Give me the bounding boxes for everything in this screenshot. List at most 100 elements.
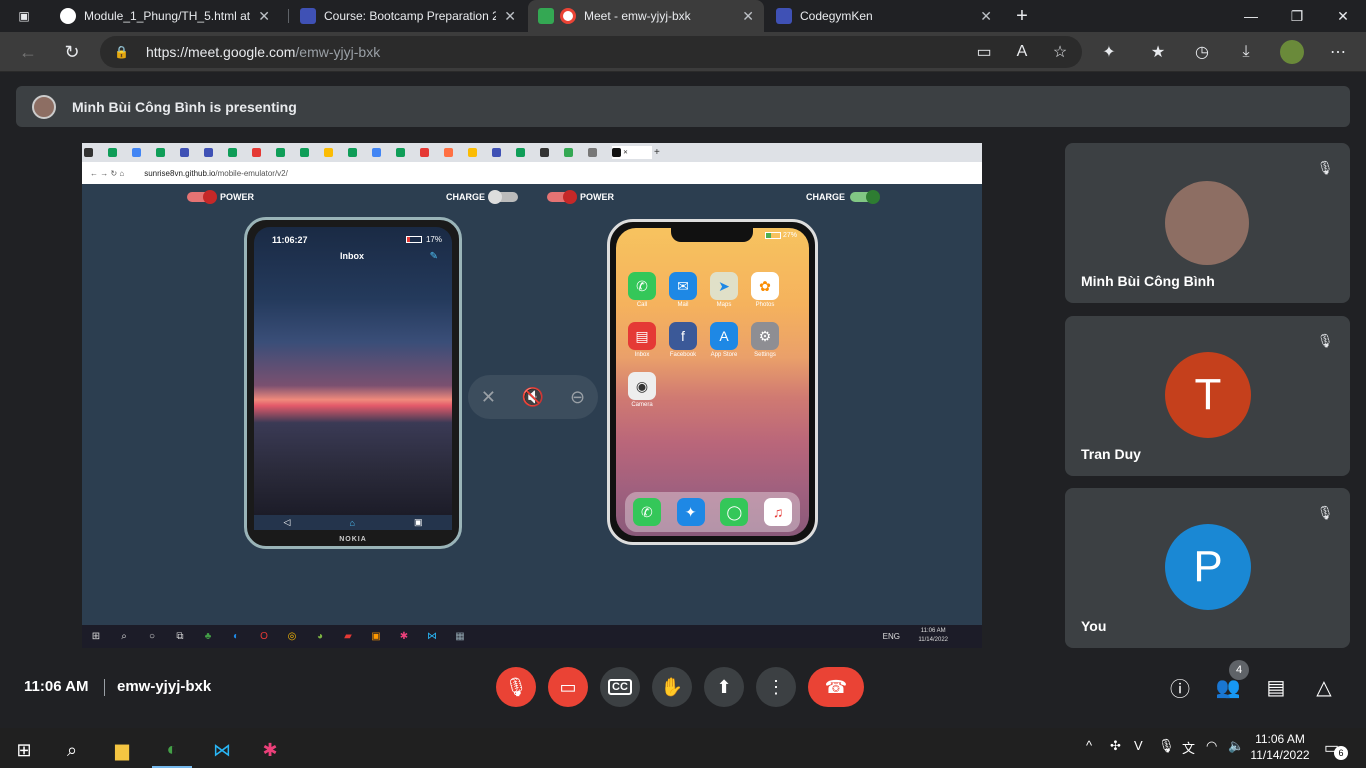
input-method-icon[interactable]: 文 [1182, 738, 1195, 757]
extensions-icon[interactable]: ✦ [1097, 40, 1121, 64]
captions-button[interactable]: CC [600, 667, 640, 707]
toggle-switch [547, 190, 577, 204]
messages-icon: ◯ [720, 498, 749, 526]
window-close-icon[interactable]: ✕ [1320, 0, 1366, 32]
iphone-phone: 27% ✆ Call ✉ Mail ➤ Maps ✿ Photos ▤ Inbox f Fa… [607, 219, 818, 545]
participant-tile[interactable]: 🎙 Minh Bùi Công Bình [1065, 143, 1350, 303]
wifi-icon[interactable]: ◠ [1206, 738, 1217, 754]
calculator-icon: ▦ [455, 631, 465, 642]
app-maps: ➤ Maps [706, 272, 742, 308]
shared-screen: ✕ + ← → ↻ ⌂ sunrise8vn.github.io/mobile-… [82, 143, 982, 648]
iphone-charge-toggle: CHARGE [806, 190, 883, 204]
app-store-icon: A [710, 322, 738, 350]
task-view-icon: ⧉ [176, 631, 184, 642]
meeting-info-button[interactable]: ⓘ [1167, 674, 1193, 701]
mic-toggle-button[interactable]: 🎙 [496, 667, 536, 707]
close-icon[interactable]: ✕ [258, 8, 270, 25]
app-label: Mail [677, 302, 689, 308]
tab-title: Course: Bootcamp Preparation 2 [324, 9, 497, 23]
show-hidden-icons[interactable]: ^ [1086, 738, 1092, 753]
chat-button[interactable]: ▤ [1263, 674, 1289, 700]
inner-tab [444, 146, 466, 159]
profile-avatar[interactable] [1280, 40, 1304, 64]
system-clock[interactable]: 11:06 AM 11/14/2022 [1248, 731, 1312, 763]
microphone-icon[interactable]: 🎙 [1158, 738, 1175, 754]
inner-tab [108, 146, 130, 159]
inner-url: sunrise8vn.github.io/mobile-emulator/v2/ [144, 169, 288, 178]
tab-github[interactable]: Module_1_Phung/TH_5.html at m ✕ [50, 0, 280, 32]
back-icon[interactable]: ← [14, 38, 42, 66]
participant-tile[interactable]: 🎙 T Tran Duy [1065, 316, 1350, 476]
participant-tile[interactable]: 🎙 P You [1065, 488, 1350, 648]
camera-permission-icon[interactable]: ▭ [972, 40, 996, 64]
inner-nav-icons: ← → ↻ ⌂ [90, 168, 125, 178]
vmware-icon[interactable]: V [1134, 738, 1143, 753]
iphone-screen: 27% ✆ Call ✉ Mail ➤ Maps ✿ Photos ▤ Inbox f Fa… [616, 228, 809, 536]
inner-tab [276, 146, 298, 159]
home-icon: ⌂ [349, 517, 355, 528]
new-tab-button[interactable]: + [1008, 0, 1036, 32]
download-icon[interactable]: ⤓ [1234, 40, 1258, 64]
app-call: ✆ Call [624, 272, 660, 308]
minimize-icon[interactable]: — [1228, 0, 1274, 32]
activities-icon: △ [1316, 676, 1332, 699]
tab-meet[interactable]: Meet - emw-yjyj-bxk ✕ [528, 0, 764, 32]
activities-button[interactable]: △ [1311, 674, 1337, 700]
inner-tab [324, 146, 346, 159]
app-app-store: A App Store [706, 322, 742, 358]
reload-icon[interactable]: ↻ [58, 38, 86, 66]
more-options-button[interactable]: ⋮ [756, 667, 796, 707]
nokia-charge-toggle: CHARGE [446, 190, 523, 204]
app-label: Settings [754, 352, 776, 358]
start-icon: ⊞ [91, 631, 101, 642]
toggle-switch [850, 190, 881, 204]
read-aloud-icon[interactable]: A [1010, 40, 1034, 64]
vscode-icon[interactable]: ⋈ [202, 732, 242, 768]
tab-actions-icon[interactable]: ▣ [8, 0, 40, 32]
music-icon: ♫ [764, 498, 793, 526]
history-icon[interactable]: ◷ [1190, 40, 1214, 64]
app-icon: ◕ [316, 631, 324, 642]
tab-title: Meet - emw-yjyj-bxk [584, 9, 691, 23]
volume-icon[interactable]: 🔈 [1228, 738, 1244, 754]
close-icon[interactable]: ✕ [742, 8, 754, 25]
more-menu-icon[interactable]: ⋯ [1326, 40, 1350, 64]
notification-count: 6 [1334, 746, 1348, 760]
app-icon: ▰ [344, 631, 352, 642]
info-icon: ⓘ [1170, 678, 1190, 701]
tab-title: Module_1_Phung/TH_5.html at m [84, 9, 251, 23]
inner-tab [180, 146, 202, 159]
edge-browser-icon[interactable]: ◐ [152, 732, 192, 768]
cortana-icon: ○ [148, 631, 156, 642]
leave-call-button[interactable]: ☎ [808, 667, 864, 707]
favorites-icon[interactable]: ★ [1146, 40, 1170, 64]
photos-icon: ✿ [751, 272, 779, 300]
safari-icon: ✦ [676, 498, 705, 526]
inner-tab [468, 146, 490, 159]
nokia-time: 11:06:27 [272, 235, 308, 245]
camera-toggle-button[interactable]: ▭ [548, 667, 588, 707]
app-tray-icon[interactable]: ✣ [1110, 738, 1121, 754]
meeting-time: 11:06 AM [24, 678, 89, 695]
present-button[interactable]: ⬆ [704, 667, 744, 707]
file-explorer-icon[interactable]: ▆ [102, 732, 142, 768]
tab-codegymken[interactable]: CodegymKen ✕ [766, 0, 1002, 32]
github-icon [60, 8, 76, 24]
tab-course[interactable]: Course: Bootcamp Preparation 2 ✕ [290, 0, 526, 32]
charge-label: CHARGE [446, 192, 486, 202]
windows-start-icon[interactable]: ⊞ [4, 732, 44, 768]
slack-icon[interactable]: ✱ [250, 732, 290, 768]
toggle-switch [488, 190, 519, 204]
remove-icon: ⊖ [570, 386, 586, 407]
close-icon[interactable]: ✕ [504, 8, 516, 25]
raise-hand-button[interactable]: ✋ [652, 667, 692, 707]
inner-taskbar: ⊞ ⌕ ○ ⧉ ♣ ◐ O ◎ ◕ ▰ ▣ ✱ ⋈ ▦ ENG 11:06 AM… [82, 625, 982, 648]
maximize-icon[interactable]: ❐ [1274, 0, 1320, 32]
more-vert-icon: ⋮ [767, 676, 785, 697]
favorite-add-icon[interactable]: ☆ [1048, 40, 1072, 64]
url-field[interactable]: 🔒 https://meet.google.com/emw-yjyj-bxk [100, 36, 1082, 68]
nokia-nav-bar: ◁ ⌂ ▣ [254, 515, 452, 530]
inner-tab [132, 146, 154, 159]
close-icon[interactable]: ✕ [980, 8, 992, 25]
search-icon[interactable]: ⌕ [52, 732, 92, 768]
